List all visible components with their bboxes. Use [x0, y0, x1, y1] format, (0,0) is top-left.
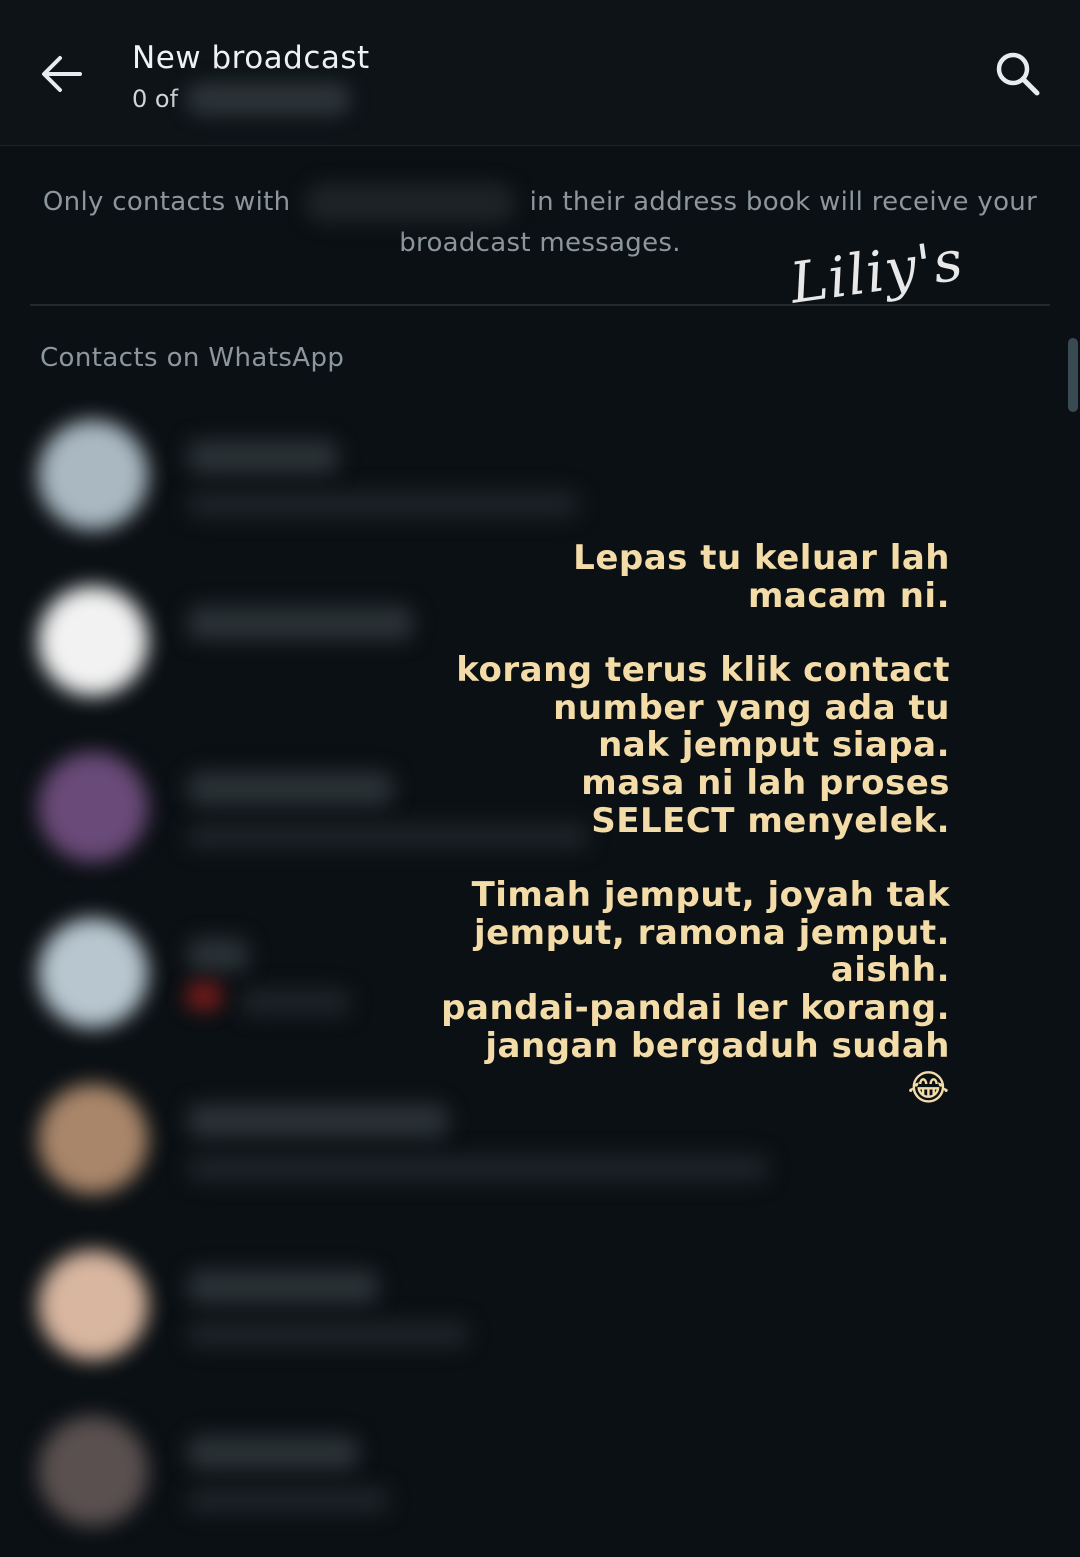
avatar — [38, 1084, 148, 1194]
avatar — [38, 752, 148, 862]
contact-row[interactable] — [0, 395, 1080, 561]
redacted-marker — [186, 981, 222, 1011]
caption-paragraph: Timah jemput, joyah tak jemput, ramona je… — [390, 877, 950, 1065]
page-title: New broadcast — [132, 40, 370, 76]
back-button[interactable] — [30, 42, 94, 106]
contact-row[interactable] — [0, 1391, 1080, 1557]
app-bar: New broadcast 0 of — [0, 0, 1080, 146]
subtitle-row: 0 of — [132, 82, 370, 116]
avatar — [38, 1250, 148, 1360]
section-header: Contacts on WhatsApp — [40, 343, 345, 373]
caption-line: pandai-pandai ler korang. — [441, 987, 950, 1028]
contact-name-redacted — [188, 440, 338, 474]
redacted-count — [186, 82, 352, 116]
caption-line: SELECT menyelek. — [591, 800, 950, 841]
avatar — [38, 918, 148, 1028]
contact-name-redacted — [188, 1270, 378, 1304]
selected-count: 0 of — [132, 85, 179, 113]
caption-line: korang terus klik contact — [456, 650, 950, 691]
caption-line: jangan bergaduh sudah — [485, 1025, 950, 1066]
caption-line: Lepas tu keluar lah — [573, 538, 950, 578]
contact-status-redacted — [188, 1155, 768, 1181]
redacted-number — [304, 182, 515, 223]
search-button[interactable] — [986, 42, 1050, 106]
avatar — [38, 586, 148, 696]
caption-paragraph: Lepas tu keluar lah macam ni. — [390, 538, 950, 616]
arrow-left-icon — [42, 56, 82, 92]
caption-line: macam ni. — [747, 575, 950, 616]
contact-status-redacted — [188, 1321, 468, 1347]
contact-status-redacted — [188, 1487, 388, 1513]
caption-line: aishh. — [830, 950, 950, 991]
caption-line: jemput, ramona jemput. — [473, 912, 950, 953]
caption-line: Timah jemput, joyah tak — [471, 875, 950, 916]
overlay-caption: Lepas tu keluar lah macam ni. korang terus… — [390, 538, 950, 1110]
contact-status-redacted — [240, 989, 350, 1015]
divider — [30, 304, 1050, 306]
avatar — [38, 420, 148, 530]
avatar — [38, 1416, 148, 1526]
caption-line: nak jemput siapa. — [598, 725, 950, 766]
contact-name-redacted — [188, 1436, 358, 1470]
title-block: New broadcast 0 of — [132, 38, 370, 116]
contact-name-redacted — [188, 606, 413, 640]
notice-text-before: Only contacts with — [42, 187, 291, 217]
contact-name-redacted — [188, 772, 393, 806]
contact-status-redacted — [188, 491, 578, 517]
caption-paragraph: korang terus klik contact number yang ada… — [390, 652, 950, 840]
search-icon — [996, 52, 1040, 96]
contact-name-redacted — [188, 938, 248, 972]
caption-line: masa ni lah proses — [581, 762, 950, 803]
laughing-emoji-icon: 😂 — [907, 1068, 950, 1110]
caption-line: number yang ada tu — [553, 687, 950, 728]
contact-row[interactable] — [0, 1225, 1080, 1391]
